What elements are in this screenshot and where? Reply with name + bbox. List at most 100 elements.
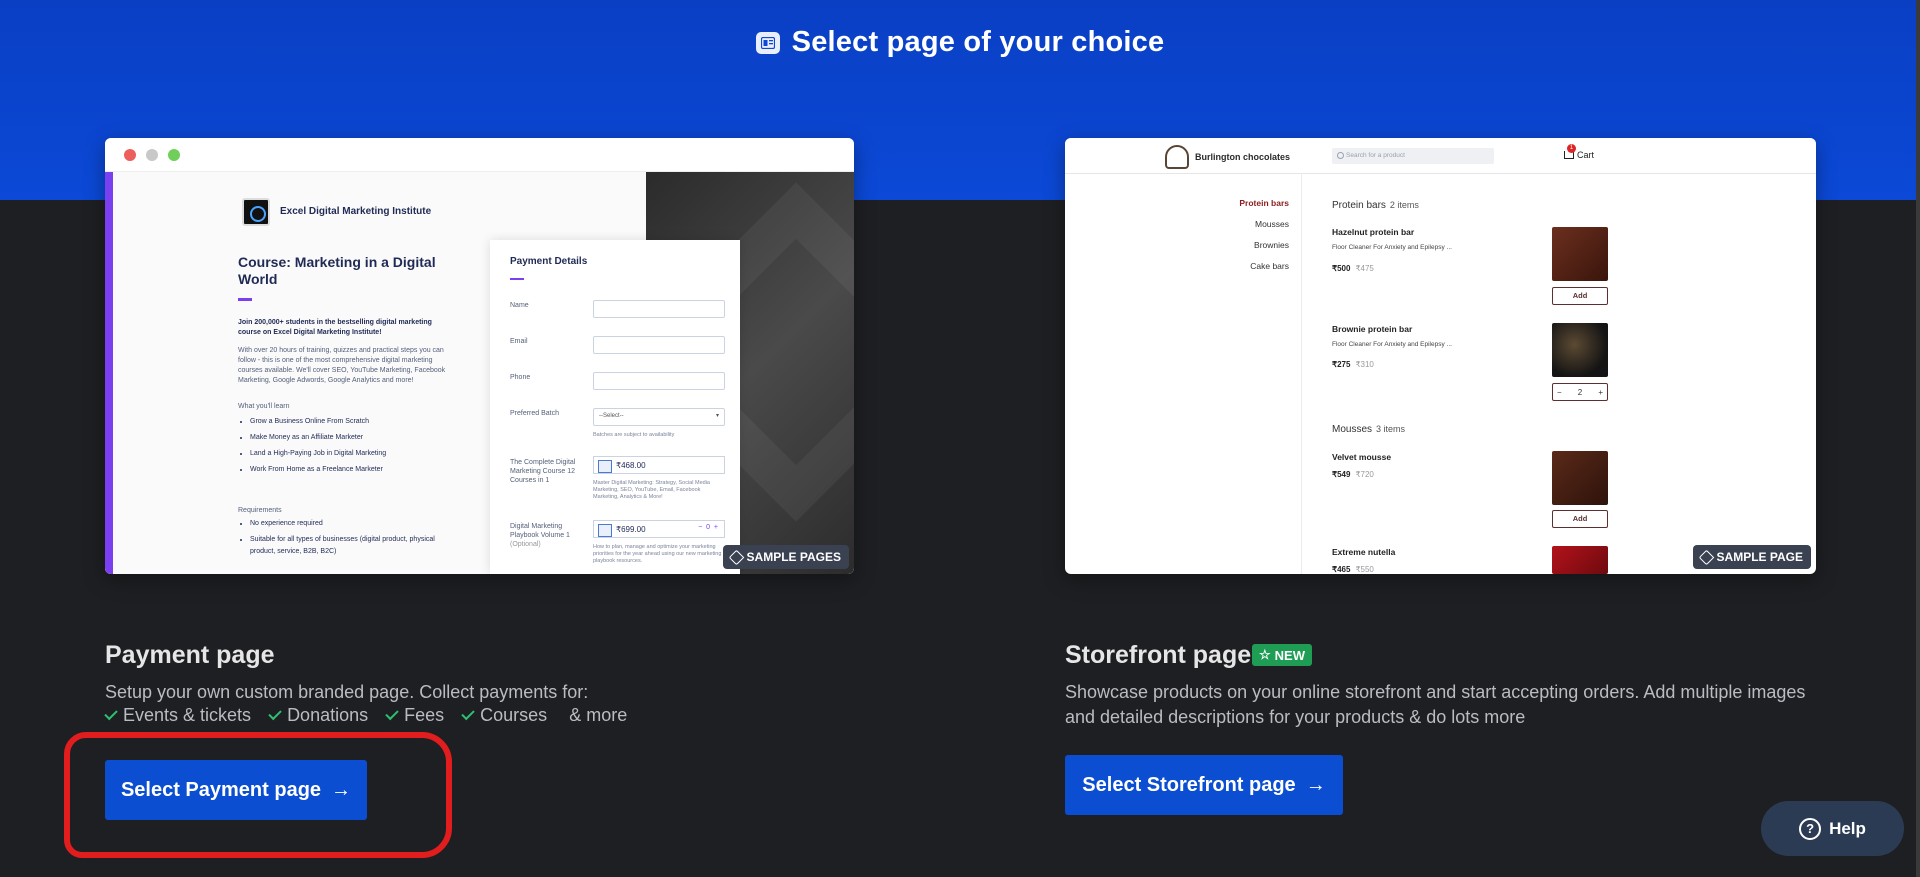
old-price: ₹720: [1355, 470, 1374, 479]
batch-value: --Select--: [599, 413, 624, 419]
payment-page-description: Setup your own custom branded page. Coll…: [105, 682, 589, 702]
section-heading: Mousses 3 items: [1332, 424, 1405, 435]
feature-item: Courses: [461, 705, 547, 726]
plus-icon[interactable]: +: [1598, 388, 1603, 397]
product-name: Brownie protein bar: [1332, 324, 1413, 334]
product-description: Floor Cleaner For Anxiety and Epilepsy .…: [1332, 341, 1452, 348]
button-label: Select Storefront page: [1082, 773, 1296, 796]
quantity-value: 0: [706, 524, 711, 531]
arrow-right-icon: →: [1305, 773, 1326, 796]
title-underline: [238, 298, 252, 301]
product-image: [1552, 546, 1608, 574]
brand-logo: [1165, 145, 1189, 169]
optional-label: (Optional): [510, 541, 541, 548]
sidebar-item-mousses[interactable]: Mousses: [1255, 219, 1289, 229]
cart-label: Cart: [1577, 150, 1595, 160]
section-count: 3 items: [1376, 424, 1406, 434]
accent-strip: [105, 172, 113, 574]
old-price: ₹550: [1355, 565, 1374, 574]
product-price: ₹465 ₹550: [1332, 565, 1374, 574]
product-note: How to plan, manage and optimize your ma…: [593, 544, 722, 564]
storefront-page-preview[interactable]: Burlington chocolates Search for a produ…: [1065, 138, 1816, 574]
payment-page-preview[interactable]: Excel Digital Marketing Institute Course…: [105, 138, 854, 574]
quantity-stepper[interactable]: − 2 +: [1552, 383, 1608, 401]
window-minimize-dot: [146, 148, 158, 161]
section-name: Protein bars: [1332, 200, 1386, 211]
minus-icon[interactable]: −: [1557, 388, 1562, 397]
sidebar-item-protein-bars[interactable]: Protein bars: [1239, 198, 1289, 208]
list-item: Make Money as an Affiliate Marketer: [250, 430, 386, 446]
sample-pages-label: SAMPLE PAGES: [746, 550, 841, 564]
section-name: Mousses: [1332, 424, 1373, 435]
phone-field[interactable]: [593, 372, 725, 390]
product-price: ₹699.00 − 0 +: [593, 520, 725, 538]
product-price: ₹549 ₹720: [1332, 470, 1374, 479]
storefront-page-description: Showcase products on your online storefr…: [1065, 682, 1806, 727]
brand-name: Burlington chocolates: [1195, 152, 1291, 162]
product-price: ₹468.00: [593, 456, 725, 474]
product-price-value: ₹699.00: [616, 525, 646, 534]
help-button[interactable]: ? Help: [1761, 801, 1904, 856]
batch-select[interactable]: --Select-- ▾: [593, 408, 725, 426]
check-icon: [268, 706, 282, 721]
product-label: The Complete Digital Marketing Course 12…: [510, 459, 576, 484]
sidebar-item-brownies[interactable]: Brownies: [1254, 240, 1289, 250]
page-layout-icon: [755, 31, 780, 54]
product-image: [1552, 451, 1608, 505]
name-field[interactable]: [593, 300, 725, 318]
section-count: 2 items: [1389, 200, 1419, 210]
tag-icon: [1698, 549, 1714, 565]
name-label: Name: [510, 302, 529, 309]
phone-label: Phone: [510, 374, 531, 381]
window-close-dot: [124, 148, 136, 161]
highlight-annotation: [64, 732, 452, 858]
page-header: Select page of your choice: [0, 26, 1920, 59]
add-button[interactable]: Add: [1552, 510, 1608, 528]
add-button[interactable]: Add: [1552, 287, 1608, 305]
product-image: [1552, 323, 1608, 377]
product-price: ₹275 ₹310: [1332, 360, 1374, 369]
product-label: Digital Marketing Playbook Volume 1 (Opti…: [510, 522, 585, 549]
select-storefront-page-button[interactable]: Select Storefront page →: [1065, 755, 1343, 815]
page-title: Select page of your choice: [791, 26, 1165, 58]
check-icon: [385, 706, 399, 721]
list-item: Suitable for all types of businesses (di…: [250, 534, 450, 558]
title-underline: [510, 278, 524, 280]
payment-page-title: Payment page: [105, 641, 275, 669]
check-icon: [461, 706, 475, 721]
section-heading: Protein bars 2 items: [1332, 200, 1419, 211]
new-badge: ☆ NEW: [1252, 644, 1312, 666]
scrollbar[interactable]: [1916, 0, 1920, 877]
batch-note: Batches are subject to availability: [593, 432, 675, 438]
price-value: ₹549: [1332, 470, 1351, 479]
feature-item: Events & tickets: [104, 705, 251, 726]
storefront-header: Burlington chocolates Search for a produ…: [1065, 138, 1816, 174]
feature-item: Fees: [385, 705, 445, 726]
course-description: With over 20 hours of training, quizzes …: [238, 347, 446, 384]
sample-pages-badge: SAMPLE PAGES: [722, 545, 849, 569]
institute-logo: [242, 198, 270, 226]
requirements-list: No experience required Suitable for all …: [250, 518, 450, 558]
institute-name: Excel Digital Marketing Institute: [280, 206, 432, 217]
help-label: Help: [1829, 818, 1866, 838]
course-intro: Join 200,000+ students in the bestsellin…: [238, 319, 432, 336]
price-value: ₹465: [1332, 565, 1351, 574]
email-field[interactable]: [593, 336, 725, 354]
payment-details-title: Payment Details: [510, 256, 588, 267]
search-input[interactable]: Search for a product: [1332, 148, 1494, 164]
course-title: Course: Marketing in a Digital World: [238, 254, 436, 287]
sample-page-label: SAMPLE PAGE: [1716, 550, 1803, 564]
requirements-heading: Requirements: [238, 507, 282, 514]
sidebar-item-cake-bars[interactable]: Cake bars: [1250, 261, 1289, 271]
check-icon: [104, 706, 118, 721]
quantity-stepper[interactable]: − 0 +: [698, 524, 718, 531]
list-item: Grow a Business Online From Scratch: [250, 414, 386, 430]
feature-item: Donations: [268, 705, 368, 726]
product-price: ₹500 ₹475: [1332, 264, 1374, 273]
feature-label: Fees: [404, 705, 445, 725]
product-image: [1552, 227, 1608, 281]
price-value: ₹275: [1332, 360, 1351, 369]
payment-preview-body: Excel Digital Marketing Institute Course…: [105, 172, 854, 574]
product-description: Floor Cleaner For Anxiety and Epilepsy .…: [1332, 244, 1452, 251]
product-name: Velvet mousse: [1332, 452, 1392, 462]
